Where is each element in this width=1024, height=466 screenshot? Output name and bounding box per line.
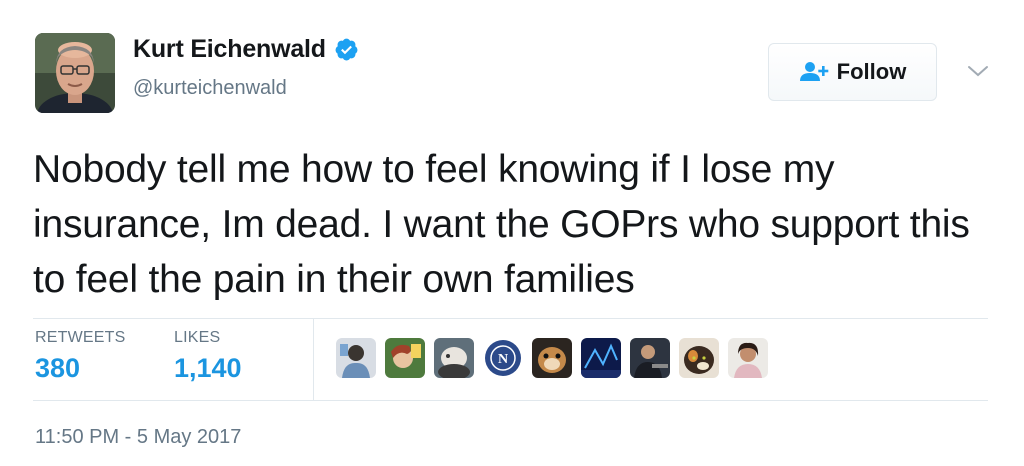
tweet-card: Kurt Eichenwald @kurteichenwald Follow N…	[0, 0, 1024, 466]
author-avatar[interactable]	[35, 33, 115, 113]
likes-stat[interactable]: LIKES 1,140	[174, 329, 242, 384]
liker-avatar-8-icon[interactable]	[679, 338, 719, 378]
svg-text:N: N	[498, 352, 508, 367]
profile-photo-icon	[35, 33, 115, 113]
add-user-icon	[799, 62, 828, 81]
retweets-stat[interactable]: RETWEETS 380	[35, 329, 126, 384]
follow-button-label: Follow	[836, 59, 907, 84]
likes-count: 1,140	[174, 353, 242, 383]
liker-avatar-2-icon[interactable]	[385, 338, 425, 378]
stats-divider-top	[33, 318, 988, 319]
author-handle[interactable]: @kurteichenwald	[133, 77, 287, 100]
liker-avatar-6-icon[interactable]	[581, 338, 621, 378]
liker-avatar-3-icon[interactable]	[434, 338, 474, 378]
liker-avatars: N	[336, 338, 777, 378]
retweets-label: RETWEETS	[35, 329, 126, 346]
author-name-row: Kurt Eichenwald	[133, 35, 359, 64]
tweet-timestamp[interactable]: 11:50 PM - 5 May 2017	[35, 426, 241, 449]
liker-avatar-1-icon[interactable]	[336, 338, 376, 378]
likes-label: LIKES	[174, 329, 221, 346]
liker-avatar-5-icon[interactable]	[532, 338, 572, 378]
retweets-count: 380	[35, 353, 81, 383]
tweet-text: Nobody tell me how to feel knowing if I …	[33, 148, 970, 301]
follow-button[interactable]: Follow	[768, 43, 937, 101]
liker-avatar-4-icon[interactable]: N	[483, 338, 523, 378]
chevron-down-icon[interactable]	[965, 62, 991, 80]
liker-avatar-7-icon[interactable]	[630, 338, 670, 378]
author-display-name[interactable]: Kurt Eichenwald	[133, 35, 326, 64]
verified-badge-icon	[335, 38, 358, 61]
liker-avatar-9-icon[interactable]	[728, 338, 768, 378]
stats-separator	[313, 318, 314, 400]
stats-divider-bottom	[33, 400, 988, 401]
